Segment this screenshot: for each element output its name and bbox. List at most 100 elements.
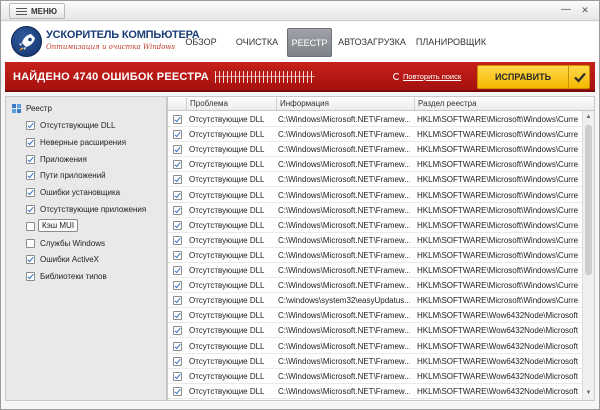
row-checkbox[interactable] (173, 190, 182, 200)
cell-problem: Отсутствующие DLL (189, 115, 265, 124)
repeat-search-link[interactable]: Повторить поиск (393, 72, 461, 81)
scroll-up-icon[interactable]: ▲ (583, 112, 594, 123)
errors-banner: НАЙДЕНО 4740 ОШИБОК РЕЕСТРА Повторить по… (5, 62, 595, 92)
table-row[interactable]: Отсутствующие DLL C:\Windows\Microsoft.NE… (168, 248, 582, 263)
hamburger-icon (16, 8, 27, 15)
column-header-problem[interactable]: Проблема (190, 99, 228, 108)
cell-info: C:\Windows\Microsoft.NET\Framew... (278, 145, 410, 155)
close-icon[interactable]: ✕ (579, 4, 591, 16)
cell-registry-key: HKLM\SOFTWARE\Microsoft\Windows\Curre... (417, 266, 578, 275)
table-row[interactable]: Отсутствующие DLL C:\Windows\Microsoft.NE… (168, 308, 582, 324)
sidebar-item-checkbox[interactable] (26, 171, 35, 181)
column-separator (276, 98, 277, 110)
row-checkbox[interactable] (173, 205, 182, 215)
cell-problem: Отсутствующие DLL (189, 371, 265, 381)
row-checkbox[interactable] (173, 266, 182, 275)
cell-registry-key: HKLM\SOFTWARE\Microsoft\Windows\Curre... (417, 281, 578, 291)
cell-registry-key: HKLM\SOFTWARE\Microsoft\Windows\Curre... (417, 296, 578, 306)
table-row[interactable]: Отсутствующие DLL C:\Windows\Microsoft.NE… (168, 278, 582, 294)
row-checkbox[interactable] (173, 356, 182, 366)
sidebar-item-checkbox[interactable] (26, 121, 35, 130)
table-row[interactable]: Отсутствующие DLL C:\Windows\Microsoft.NE… (168, 218, 582, 233)
sidebar-item-checkbox[interactable] (26, 188, 35, 198)
table-row[interactable]: Отсутствующие DLL C:\Windows\Microsoft.NE… (168, 203, 582, 218)
checkmark-icon (568, 66, 590, 88)
row-checkbox[interactable] (173, 326, 182, 336)
row-checkbox[interactable] (173, 220, 182, 230)
cell-problem: Отсутствующие DLL (189, 205, 265, 215)
table-row[interactable]: Отсутствующие DLL C:\Windows\Microsoft.NE… (168, 188, 582, 203)
fix-button-label: ИСПРАВИТЬ (494, 72, 552, 82)
row-checkbox[interactable] (173, 235, 182, 245)
tab-cleanup[interactable]: ОЧИСТКА (233, 28, 281, 57)
row-checkbox[interactable] (173, 371, 182, 381)
sidebar-item-checkbox[interactable] (26, 238, 35, 248)
cell-info: C:\Windows\Microsoft.NET\Framew... (278, 250, 410, 260)
table-row[interactable]: Отсутствующие DLL C:\Windows\Microsoft.NE… (168, 263, 582, 278)
menu-button[interactable]: МЕНЮ (9, 3, 65, 19)
row-checkbox[interactable] (173, 130, 182, 140)
row-checkbox[interactable] (173, 175, 182, 185)
scroll-down-icon[interactable]: ▼ (583, 388, 594, 399)
table-row[interactable]: Отсутствующие DLL C:\Windows\Microsoft.NE… (168, 157, 582, 173)
table-row[interactable]: Отсутствующие DLL C:\Windows\Microsoft.NE… (168, 233, 582, 248)
tab-autostart[interactable]: АВТОЗАГРУЗКА (338, 28, 406, 57)
cell-problem: Отсутствующие DLL (189, 281, 265, 291)
sidebar-item-checkbox[interactable] (26, 205, 35, 214)
sidebar-item-checkbox[interactable] (26, 272, 35, 282)
sidebar-item-checkbox[interactable] (26, 154, 35, 164)
row-checkbox[interactable] (173, 386, 182, 396)
table-row[interactable]: Отсутствующие DLL C:\Windows\Microsoft.NE… (168, 142, 582, 158)
table-row[interactable]: Отсутствующие DLL C:\Windows\Microsoft.NE… (168, 323, 582, 339)
cell-info: C:\Windows\Microsoft.NET\Framew... (278, 266, 410, 275)
row-checkbox[interactable] (173, 296, 182, 306)
table-header: Проблема Информация Раздел реестра (168, 97, 594, 111)
cell-info: C:\Windows\Microsoft.NET\Framew... (278, 386, 410, 396)
issues-table: Проблема Информация Раздел реестра Отсут… (167, 96, 595, 401)
cell-problem: Отсутствующие DLL (189, 175, 265, 185)
refresh-icon (393, 73, 400, 80)
sidebar-item-label: Приложения (40, 154, 87, 164)
row-checkbox[interactable] (173, 160, 182, 170)
tab-overview[interactable]: ОБЗОР (181, 28, 221, 57)
column-header-info[interactable]: Информация (280, 99, 329, 108)
table-row[interactable]: Отсутствующие DLL C:\Windows\Microsoft.NE… (168, 384, 582, 399)
table-row[interactable]: Отсутствующие DLL C:\windows\system32\eas… (168, 293, 582, 309)
scroll-thumb[interactable] (585, 125, 592, 275)
table-row[interactable]: Отсутствующие DLL C:\Windows\Microsoft.NE… (168, 127, 582, 143)
cell-problem: Отсутствующие DLL (189, 220, 265, 230)
table-row[interactable]: Отсутствующие DLL C:\Windows\Microsoft.NE… (168, 369, 582, 384)
row-checkbox[interactable] (173, 341, 182, 351)
row-checkbox[interactable] (173, 281, 182, 291)
table-row[interactable]: Отсутствующие DLL C:\Windows\Microsoft.NE… (168, 354, 582, 369)
sidebar-item-checkbox[interactable] (26, 255, 35, 265)
tab-scheduler[interactable]: ПЛАНИРОВЩИК (415, 28, 487, 57)
sidebar-item-label: Отсутствующие приложения (40, 205, 147, 214)
sidebar-item-checkbox[interactable] (26, 137, 35, 147)
cell-registry-key: HKLM\SOFTWARE\Wow6432Node\Microsoft... (417, 386, 578, 396)
cell-problem: Отсутствующие DLL (189, 145, 265, 155)
cell-registry-key: HKLM\SOFTWARE\Microsoft\Windows\Curre... (417, 250, 578, 260)
cell-registry-key: HKLM\SOFTWARE\Microsoft\Windows\Curre... (417, 235, 578, 245)
row-checkbox[interactable] (173, 250, 182, 260)
row-checkbox[interactable] (173, 311, 182, 321)
table-row[interactable]: Отсутствующие DLL C:\Windows\Microsoft.NE… (168, 172, 582, 188)
fix-button[interactable]: ИСПРАВИТЬ (477, 65, 590, 89)
table-scrollbar[interactable]: ▲ ▼ (582, 111, 594, 400)
tab-registry[interactable]: РЕЕСТР (287, 28, 332, 57)
minimize-icon[interactable]: — (560, 4, 572, 16)
column-separator (414, 98, 415, 110)
column-separator (186, 98, 187, 110)
row-checkbox[interactable] (173, 145, 182, 155)
tree-root-label: Реестр (26, 104, 52, 113)
column-header-registry-key[interactable]: Раздел реестра (418, 99, 477, 108)
registry-categories-panel: Реестр Отсутствующие DLL Неверные расшире… (5, 96, 167, 401)
cell-problem: Отсутствующие DLL (189, 341, 265, 351)
table-row[interactable]: Отсутствующие DLL C:\Windows\Microsoft.NE… (168, 339, 582, 354)
sidebar-item-checkbox[interactable] (26, 221, 35, 231)
row-checkbox[interactable] (173, 115, 182, 124)
cell-problem: Отсутствующие DLL (189, 266, 265, 275)
table-row[interactable]: Отсутствующие DLL C:\Windows\Microsoft.NE… (168, 112, 582, 127)
cell-problem: Отсутствующие DLL (189, 356, 265, 366)
app-header: УСКОРИТЕЛЬ КОМПЬЮТЕРА Оптимизация и очис… (1, 22, 599, 62)
